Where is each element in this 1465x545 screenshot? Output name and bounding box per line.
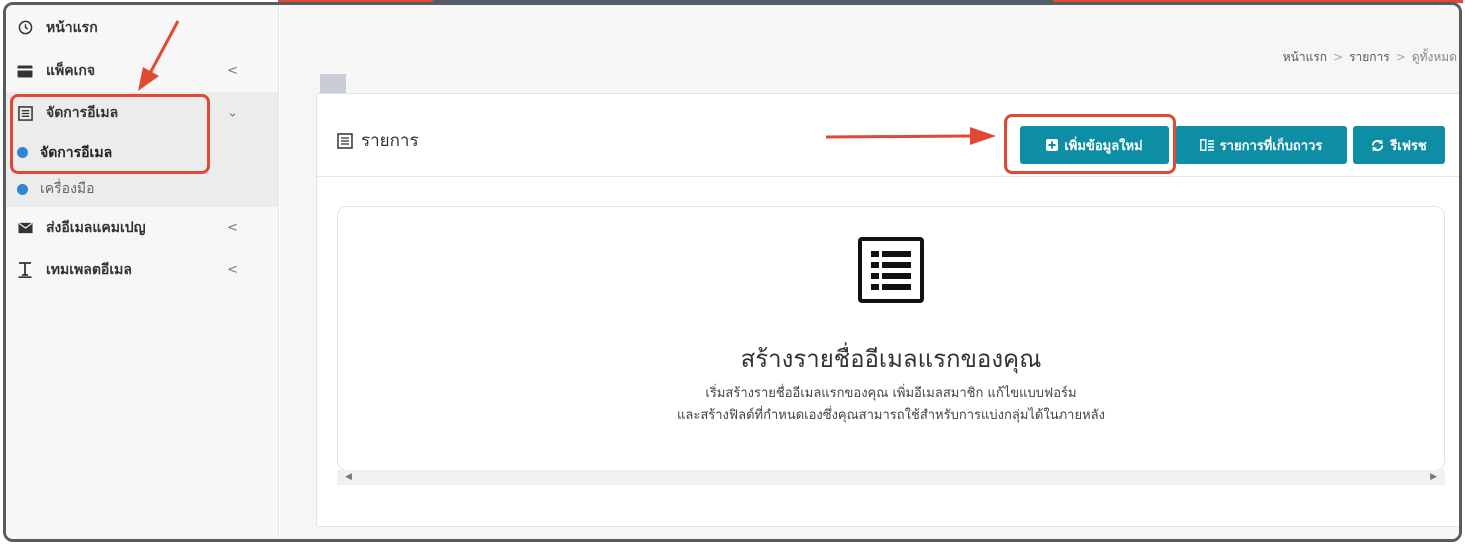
- empty-state-card: สร้างรายชื่ออีเมลแรกของคุณ เริ่มสร้างราย…: [337, 206, 1445, 471]
- envelope-icon: [17, 220, 33, 236]
- empty-state-title: สร้างรายชื่ออีเมลแรกของคุณ: [740, 345, 1042, 373]
- chevron-left-icon: <: [227, 63, 238, 79]
- breadcrumb-current: ดูทั้งหมด: [1411, 50, 1457, 64]
- sidebar-item-label: ส่งอีเมลแคมเปญ: [46, 220, 146, 236]
- credit-card-icon: [17, 63, 33, 79]
- refresh-button[interactable]: รีเฟรช: [1353, 126, 1445, 164]
- list-box-icon: [337, 132, 353, 149]
- breadcrumb-home[interactable]: หน้าแรก: [1283, 50, 1327, 64]
- scroll-right-icon[interactable]: ▶: [1430, 472, 1437, 482]
- empty-state-line-1: เริ่มสร้างรายชื่ออีเมลแรกของคุณ เพิ่มอีเ…: [705, 386, 1077, 401]
- dot-icon: [17, 183, 28, 195]
- panel-title: รายการ: [337, 127, 419, 154]
- scroll-left-icon[interactable]: ◀: [345, 472, 352, 482]
- refresh-icon: [1371, 138, 1384, 152]
- sidebar-item-email-template[interactable]: เทมเพลตอีเมล <: [6, 249, 278, 291]
- breadcrumb: หน้าแรก > รายการ > ดูทั้งหมด: [1283, 48, 1457, 67]
- sidebar-item-label: หน้าแรก: [46, 19, 98, 36]
- archived-list-button-label: รายการที่เก็บถาวร: [1219, 138, 1323, 154]
- archived-list-button[interactable]: รายการที่เก็บถาวร: [1175, 126, 1347, 164]
- screenshot-frame: หน้าแรก แพ็คเกจ < จัดการอีเมล ⌄ จัดการอี…: [3, 2, 1462, 542]
- breadcrumb-separator: >: [1333, 50, 1344, 64]
- empty-state-line-2: และสร้างฟิลด์ที่กำหนดเองซึ่งคุณสามารถใช้…: [677, 408, 1105, 423]
- refresh-button-label: รีเฟรช: [1390, 138, 1427, 154]
- sidebar-subitem-label: เครื่องมือ: [40, 181, 95, 197]
- list-panel: รายการ เพิ่มข้อมูลใหม่ รายการที่เก็บถาวร: [316, 93, 1459, 527]
- sidebar-item-label: แพ็คเกจ: [46, 63, 96, 79]
- clock-icon: [17, 20, 33, 36]
- archive-list-icon: [1199, 139, 1214, 151]
- list-document-icon: [858, 237, 924, 307]
- sidebar-subitem-tools[interactable]: เครื่องมือ: [6, 171, 278, 207]
- text-t-icon: [17, 262, 33, 278]
- chevron-left-icon: <: [227, 220, 238, 236]
- panel-title-text: รายการ: [361, 131, 419, 151]
- highlight-box-add-button: [1004, 114, 1176, 174]
- sidebar-item-label: เทมเพลตอีเมล: [46, 262, 132, 278]
- main-area: หน้าแรก > รายการ > ดูทั้งหมด รายการ เพิ่มข้อ…: [280, 5, 1459, 539]
- highlight-box-sidebar: [10, 94, 210, 174]
- horizontal-scrollbar[interactable]: ◀ ▶: [337, 470, 1445, 485]
- chevron-left-icon: <: [227, 262, 238, 278]
- breadcrumb-separator: >: [1395, 50, 1406, 64]
- annotation-arrow-add-button: [825, 127, 996, 145]
- breadcrumb-list[interactable]: รายการ: [1349, 50, 1390, 64]
- annotation-arrow-sidebar: [138, 20, 180, 91]
- sidebar-item-send-campaign[interactable]: ส่งอีเมลแคมเปญ <: [6, 207, 278, 249]
- chevron-down-icon: ⌄: [227, 105, 238, 121]
- empty-state-description: เริ่มสร้างรายชื่ออีเมลแรกของคุณ เพิ่มอีเ…: [338, 383, 1444, 427]
